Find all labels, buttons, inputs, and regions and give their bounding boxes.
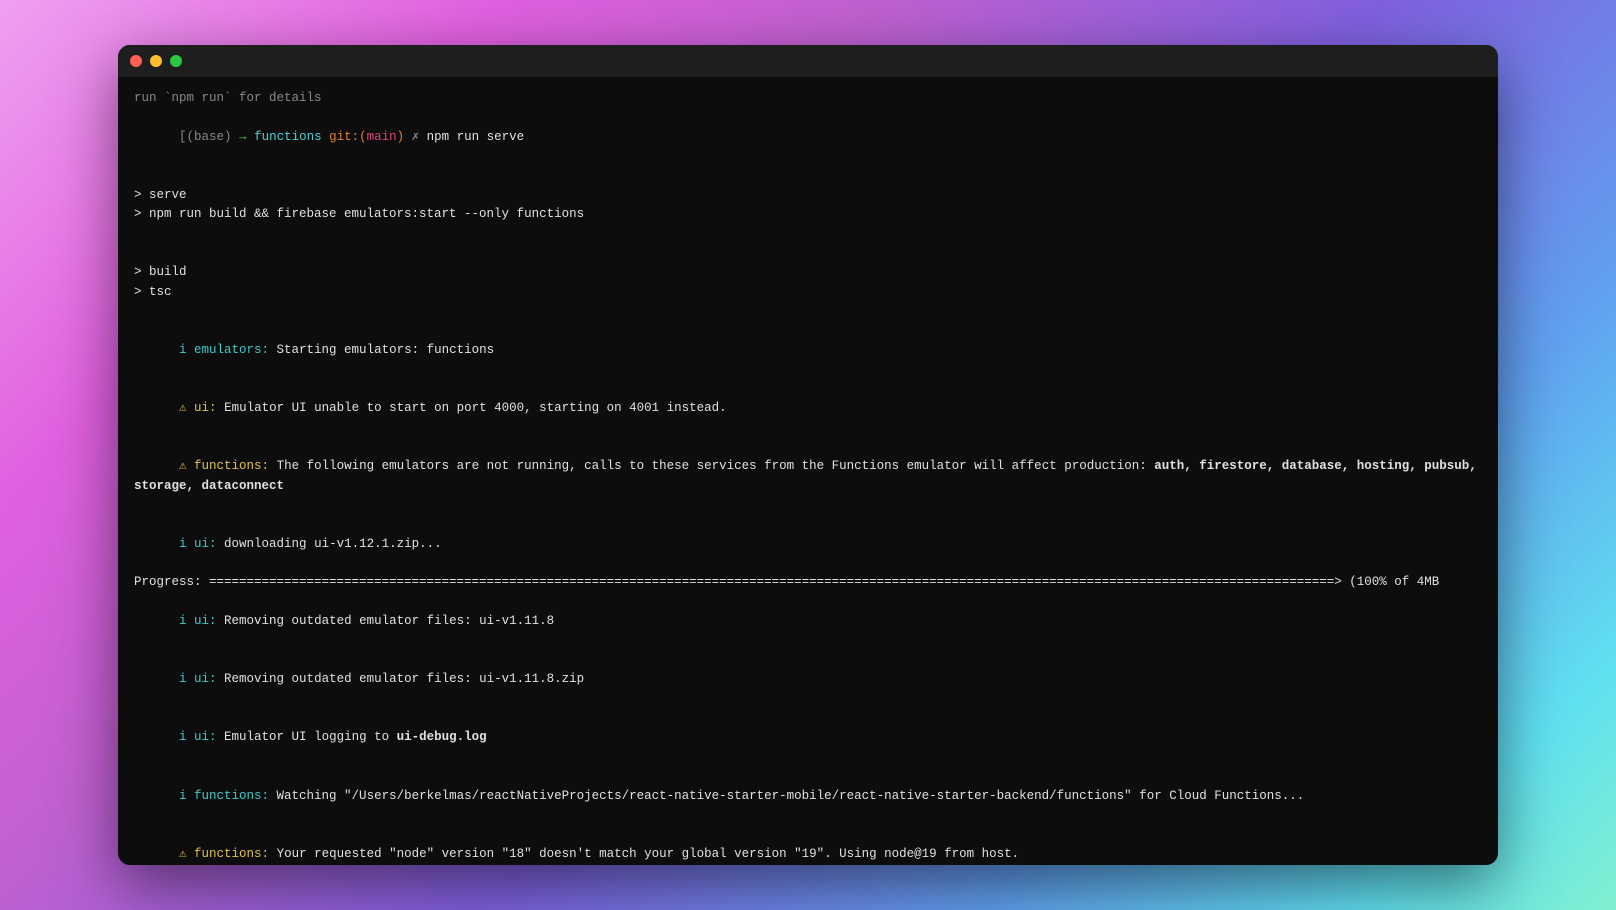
- line-build-cmd: > npm run build && firebase emulators:st…: [134, 205, 1482, 224]
- line-ui-remove2: i ui: Removing outdated emulator files: …: [134, 651, 1482, 709]
- line-progress: Progress: ==============================…: [134, 573, 1482, 592]
- line-blank1: [134, 167, 1482, 186]
- maximize-button[interactable]: [170, 55, 182, 67]
- line-functions-warn: ⚠ functions: The following emulators are…: [134, 438, 1482, 516]
- line-blank2: [134, 225, 1482, 244]
- line-blank3: [134, 244, 1482, 263]
- line-build-out: > build: [134, 263, 1482, 282]
- line-ui-logging: i ui: Emulator UI logging to ui-debug.lo…: [134, 709, 1482, 767]
- line-node-warn: ⚠ functions: Your requested "node" versi…: [134, 825, 1482, 865]
- close-button[interactable]: [130, 55, 142, 67]
- terminal-window: run `npm run` for details [(base) → func…: [118, 45, 1498, 865]
- line-emulators-start: i emulators: Starting emulators: functio…: [134, 322, 1482, 380]
- line-prompt: [(base) → functions git:(main) ✗ npm run…: [134, 108, 1482, 166]
- terminal-body: run `npm run` for details [(base) → func…: [118, 77, 1498, 865]
- titlebar: [118, 45, 1498, 77]
- line-ui-remove1: i ui: Removing outdated emulator files: …: [134, 593, 1482, 651]
- line-ui-warn: ⚠ ui: Emulator UI unable to start on por…: [134, 380, 1482, 438]
- line-blank4: [134, 302, 1482, 321]
- line-functions-watch: i functions: Watching "/Users/berkelmas/…: [134, 767, 1482, 825]
- line-ui-download: i ui: downloading ui-v1.12.1.zip...: [134, 515, 1482, 573]
- line-serve-out: > serve: [134, 186, 1482, 205]
- minimize-button[interactable]: [150, 55, 162, 67]
- line-tsc-out: > tsc: [134, 283, 1482, 302]
- line-prev-cmd: run `npm run` for details: [134, 89, 1482, 108]
